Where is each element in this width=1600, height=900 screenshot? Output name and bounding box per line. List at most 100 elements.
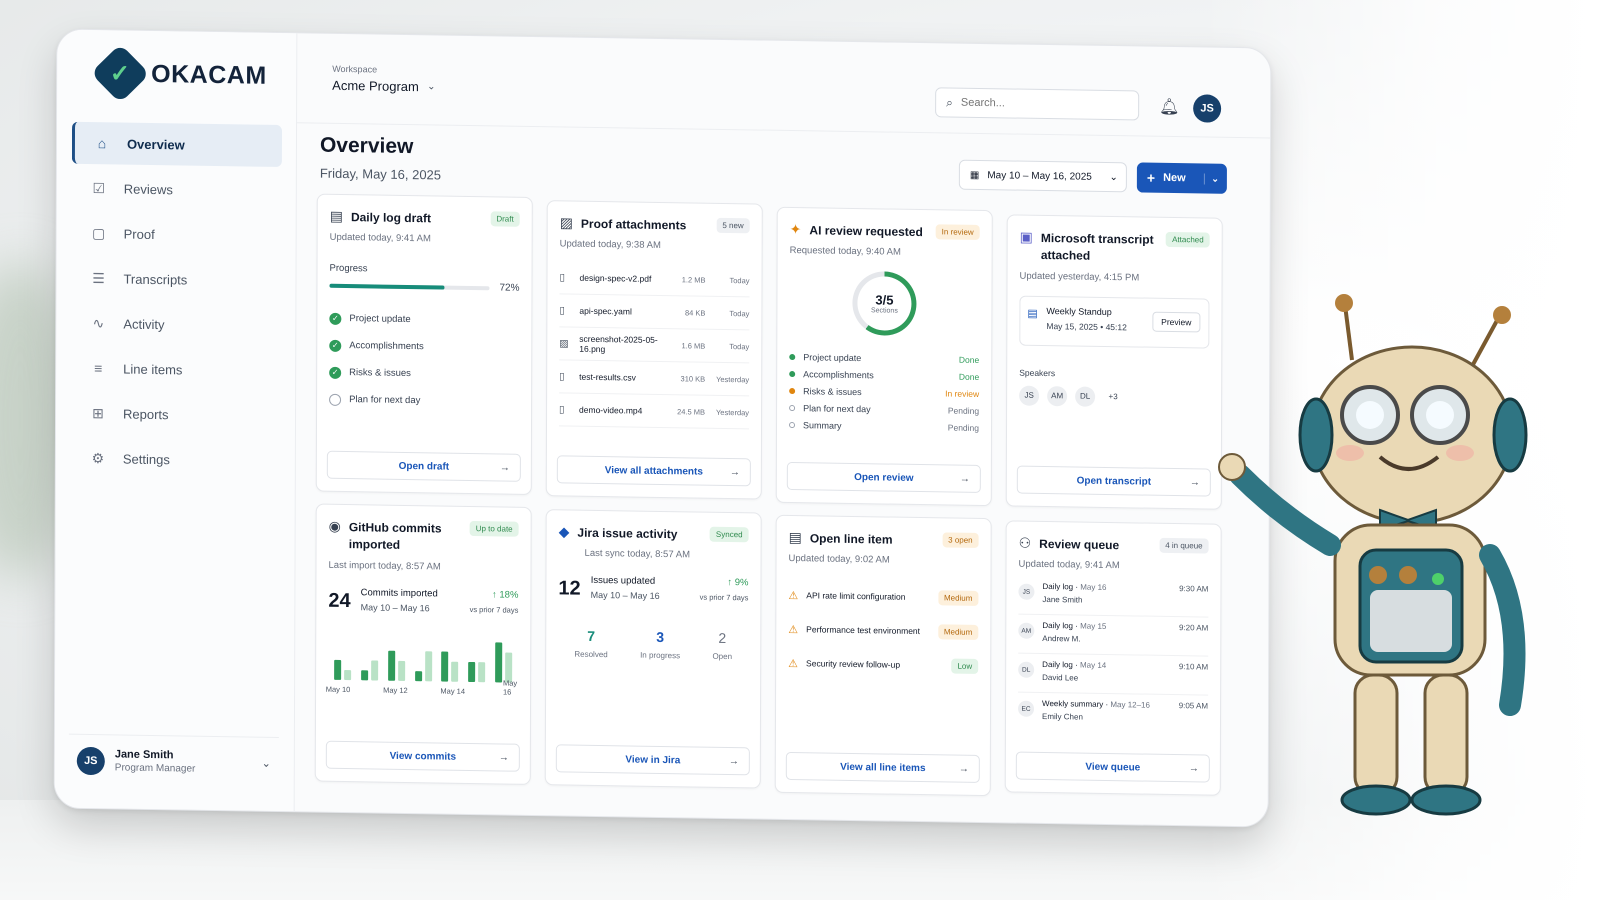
avatar: JS (1018, 583, 1035, 601)
robot-ear-right (1492, 397, 1528, 473)
file-icon: ▯ (559, 305, 565, 317)
open-review-button[interactable]: Open review → (786, 461, 981, 494)
commits-chart: May 10 May 12 May 14 May 16 (326, 624, 517, 697)
file-name: screenshot-2025-05-16.png (579, 334, 658, 355)
app-window: ✓ OKACAM ⌂ Overview ☑ Reviews ▢ Proof ☰ Tran… (53, 28, 1272, 828)
in-progress-stat: 3 In progress (640, 629, 680, 660)
queue-author: Emily Chen (1041, 712, 1083, 722)
sidebar-item-reviews[interactable]: ☑ Reviews (72, 167, 282, 212)
view-commits-button[interactable]: View commits → (325, 740, 520, 772)
robot-arm-left (1229, 464, 1341, 556)
plus-icon: + (1146, 169, 1156, 186)
new-button[interactable]: + New ⌄ (1136, 162, 1227, 194)
commit-bar (478, 661, 486, 683)
queue-date: May 15 (1080, 621, 1107, 632)
new-button-label: New (1163, 171, 1186, 185)
daily-log-card: ▤ Daily log draft Draft Updated today, 9:4… (315, 193, 533, 495)
page-title: Overview (319, 133, 414, 159)
resolved-stat: 7 Resolved (574, 628, 608, 660)
section-status: Done (958, 371, 980, 382)
stat-label: Resolved (574, 650, 608, 660)
progress-ring: 3/5 Sections (852, 271, 917, 337)
sidebar-item-label: Overview (126, 136, 185, 152)
delta-label: vs prior 7 days (469, 604, 519, 615)
jira-icon: ◆ (558, 523, 570, 540)
home-icon: ⌂ (97, 135, 107, 152)
open-draft-button[interactable]: Open draft → (326, 450, 521, 482)
proof-icon: ▢ (92, 224, 106, 241)
stat-label: Open (712, 652, 733, 662)
button-label: View all attachments (604, 464, 703, 478)
sidebar-item-proof[interactable]: ▢ Proof (72, 212, 282, 257)
section-label: Project update (803, 352, 862, 364)
commit-bar (387, 650, 395, 681)
priority-badge: Medium (937, 624, 979, 640)
date-range-picker[interactable]: ▦ May 10 – May 16, 2025 ⌄ (958, 159, 1127, 193)
commit-bar (370, 660, 379, 681)
commit-bar (495, 642, 503, 683)
file-date: Today (729, 275, 750, 286)
metric-range: May 10 – May 16 (360, 602, 430, 614)
file-icon: ▯ (559, 272, 566, 284)
robot-pupil-left (1356, 401, 1384, 429)
gear-icon: ⚙ (91, 449, 105, 466)
file-date: Today (729, 341, 750, 352)
card-title: Daily log draft (350, 210, 431, 226)
queue-date: May 16 (1080, 582, 1107, 593)
section-status: Pending (947, 422, 980, 433)
progress-bar (329, 283, 490, 291)
user-menu[interactable]: JS Jane Smith Program Manager ⌄ (68, 733, 279, 789)
queue-date: May 12–16 (1110, 700, 1150, 711)
line-item-row[interactable]: ⚠ Security review follow-up Low (776, 646, 990, 683)
line-item-row[interactable]: ⚠ API rate limit configuration Medium (776, 578, 990, 615)
robot-hand-pointing (1218, 453, 1246, 481)
card-title: Jira issue activity (577, 525, 678, 542)
file-size: 24.5 MB (677, 407, 706, 417)
status-badge: In review (935, 224, 980, 240)
bell-icon[interactable]: 🔔︎ (1159, 97, 1179, 117)
file-row[interactable]: ▯ design-spec-v2.pdf 1.2 MB Today (559, 261, 750, 298)
warning-icon: ⚠ (788, 623, 799, 637)
brand-logo[interactable]: ✓ OKACAM (90, 43, 267, 104)
file-row[interactable]: ▯ test-results.csv 310 KB Yesterday (559, 360, 750, 397)
sidebar-item-settings[interactable]: ⚙ Settings (71, 437, 281, 482)
checklist-label: Plan for next day (349, 394, 421, 407)
speaker-overflow[interactable]: +3 (1103, 387, 1123, 407)
search-input[interactable] (960, 96, 1111, 112)
commit-bar (334, 659, 342, 680)
sidebar-item-label: Reports (122, 406, 169, 422)
topbar: Workspace Acme Program ⌄ ⌕ 🔔︎ JS (297, 33, 1271, 139)
file-date: Today (729, 308, 750, 319)
jira-activity-card: ◆ Jira issue activity Synced Last sync tod… (544, 509, 762, 789)
file-row[interactable]: ▨ screenshot-2025-05-16.png 1.6 MB Today (559, 327, 750, 364)
chevron-down-icon[interactable]: ⌄ (427, 81, 435, 92)
checklist-label: Risks & issues (349, 367, 411, 380)
card-title: Review queue (1039, 536, 1120, 553)
file-row[interactable]: ▯ demo-video.mp4 24.5 MB Yesterday (558, 393, 750, 430)
card-updated: Requested today, 9:40 AM (789, 245, 901, 259)
sidebar-item-overview[interactable]: ⌂ Overview (71, 121, 283, 168)
sidebar-item-transcripts[interactable]: ☰ Transcripts (71, 257, 281, 302)
arrow-right-icon: → (498, 751, 509, 764)
view-attachments-button[interactable]: View all attachments → (556, 455, 751, 487)
queue-type: Daily log (1042, 621, 1074, 631)
view-line-items-button[interactable]: View all line items → (785, 751, 980, 783)
workspace-selector[interactable]: Acme Program (332, 78, 419, 94)
sidebar-item-reports[interactable]: ⊞ Reports (71, 392, 281, 437)
file-row[interactable]: ▯ api-spec.yaml 84 KB Today (559, 294, 750, 331)
line-item-row[interactable]: ⚠ Performance test environment Medium (776, 612, 990, 649)
line-item-label: Performance test environment (806, 624, 921, 637)
avatar[interactable]: JS (1193, 94, 1222, 123)
sidebar-item-activity[interactable]: ∿ Activity (71, 302, 281, 347)
sidebar-item-line-items[interactable]: ≡ Line items (71, 347, 281, 392)
file-size: 84 KB (684, 308, 706, 318)
chevron-down-icon[interactable]: ⌄ (1204, 173, 1219, 185)
section-status: In review (945, 388, 980, 399)
view-in-jira-button[interactable]: View in Jira → (555, 744, 750, 776)
button-label: View in Jira (625, 753, 681, 766)
chevron-down-icon: ⌄ (1109, 171, 1118, 183)
antenna-ball-right (1493, 306, 1511, 324)
chevron-down-icon[interactable]: ⌄ (262, 757, 271, 770)
robot-ear-left (1298, 397, 1334, 473)
file-name: design-spec-v2.pdf (579, 273, 652, 285)
